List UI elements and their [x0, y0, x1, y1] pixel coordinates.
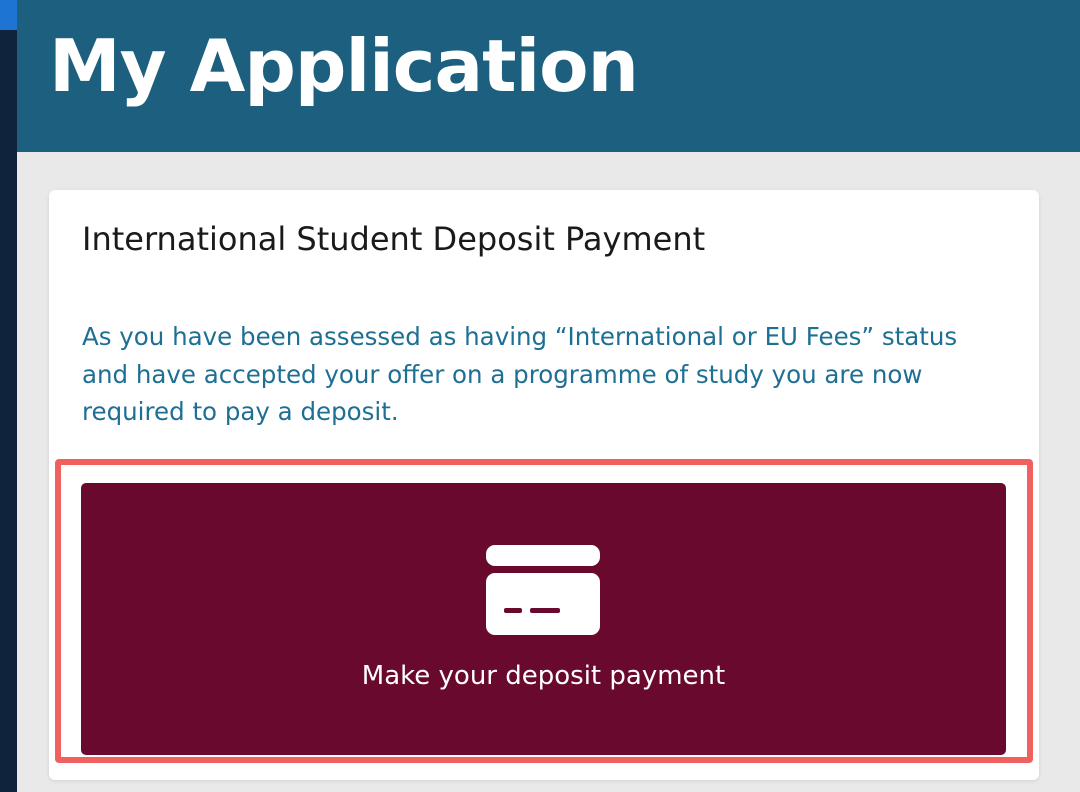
left-rail-accent — [0, 0, 17, 30]
card-title: International Student Deposit Payment — [82, 220, 706, 258]
page-header: My Application — [17, 0, 1080, 152]
deposit-description: As you have been assessed as having “Int… — [82, 322, 958, 426]
left-rail — [0, 0, 17, 792]
make-deposit-payment-button[interactable]: Make your deposit payment — [81, 483, 1006, 755]
page-title: My Application — [49, 24, 639, 108]
credit-card-icon — [486, 545, 600, 635]
make-deposit-payment-label: Make your deposit payment — [361, 661, 726, 691]
